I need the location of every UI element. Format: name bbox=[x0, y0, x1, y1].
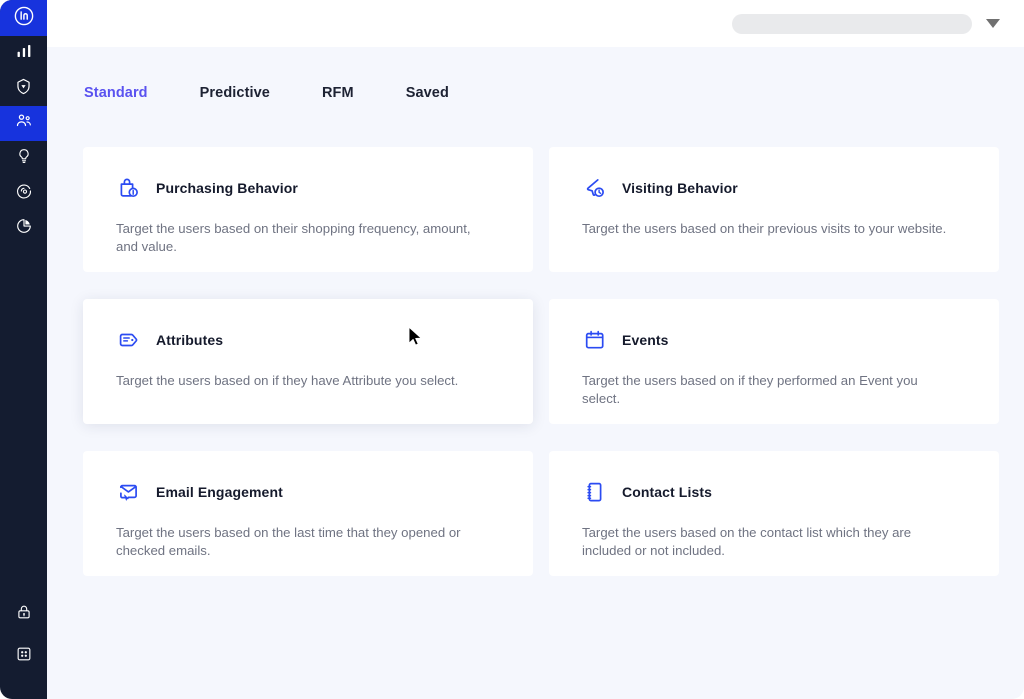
lock-icon bbox=[15, 603, 33, 626]
card-title: Events bbox=[622, 332, 669, 348]
tag-lines-icon bbox=[116, 327, 142, 353]
card-header: Events bbox=[582, 325, 969, 355]
tab-predictive[interactable]: Predictive bbox=[200, 85, 322, 101]
sidebar-item-reports[interactable] bbox=[0, 211, 47, 246]
tab-rfm[interactable]: RFM bbox=[322, 85, 406, 101]
sidebar-bottom-nav bbox=[0, 593, 47, 699]
sidebar-item-apps[interactable] bbox=[0, 635, 47, 677]
sidebar-item-insights[interactable] bbox=[0, 141, 47, 176]
topbar bbox=[47, 0, 1024, 47]
card-header: Purchasing Behavior bbox=[116, 173, 503, 203]
app-logo[interactable] bbox=[0, 0, 47, 36]
chevron-down-icon[interactable] bbox=[986, 19, 1000, 28]
bar-chart-icon bbox=[15, 42, 33, 65]
tab-standard[interactable]: Standard bbox=[84, 85, 200, 101]
sidebar-item-audience[interactable] bbox=[0, 106, 47, 141]
app-window: Standard Predictive RFM Saved bbox=[0, 0, 1024, 699]
shield-target-icon bbox=[14, 77, 33, 101]
card-title: Purchasing Behavior bbox=[156, 180, 298, 196]
card-header: Email Engagement bbox=[116, 477, 503, 507]
contact-book-icon bbox=[582, 479, 608, 505]
card-title: Visiting Behavior bbox=[622, 180, 738, 196]
sidebar bbox=[0, 0, 47, 699]
card-description: Target the users based on if they have A… bbox=[116, 372, 486, 390]
card-title: Email Engagement bbox=[156, 484, 283, 500]
users-icon bbox=[14, 111, 34, 136]
sidebar-item-analytics[interactable] bbox=[0, 36, 47, 71]
card-visiting-behavior[interactable]: Visiting Behavior Target the users based… bbox=[549, 147, 999, 272]
card-contact-lists[interactable]: Contact Lists Target the users based on … bbox=[549, 451, 999, 576]
insider-circle-logo-icon bbox=[13, 5, 35, 32]
card-description: Target the users based on if they perfor… bbox=[582, 372, 952, 408]
sidebar-nav bbox=[0, 36, 47, 246]
lightbulb-icon bbox=[15, 147, 33, 170]
card-title: Attributes bbox=[156, 332, 223, 348]
envelope-cursor-icon bbox=[116, 479, 142, 505]
sidebar-item-personalization[interactable] bbox=[0, 176, 47, 211]
eye-target-icon bbox=[15, 182, 33, 205]
card-description: Target the users based on their shopping… bbox=[116, 220, 486, 256]
card-header: Visiting Behavior bbox=[582, 173, 969, 203]
main-content: Standard Predictive RFM Saved bbox=[47, 47, 1024, 699]
card-events[interactable]: Events Target the users based on if they… bbox=[549, 299, 999, 424]
account-selector-placeholder[interactable] bbox=[732, 14, 972, 34]
cursor-clock-icon bbox=[582, 175, 608, 201]
segment-type-tabs: Standard Predictive RFM Saved bbox=[84, 85, 449, 101]
sidebar-item-campaigns[interactable] bbox=[0, 71, 47, 106]
sidebar-item-security[interactable] bbox=[0, 593, 47, 635]
apps-grid-icon bbox=[15, 645, 33, 668]
segment-cards-grid: Purchasing Behavior Target the users bas… bbox=[83, 147, 999, 576]
calendar-icon bbox=[582, 327, 608, 353]
tab-saved[interactable]: Saved bbox=[406, 85, 449, 101]
card-header: Attributes bbox=[116, 325, 503, 355]
card-description: Target the users based on the contact li… bbox=[582, 524, 952, 560]
card-description: Target the users based on their previous… bbox=[582, 220, 952, 238]
card-attributes[interactable]: Attributes Target the users based on if … bbox=[83, 299, 533, 424]
shopping-bag-coin-icon bbox=[116, 175, 142, 201]
card-header: Contact Lists bbox=[582, 477, 969, 507]
pie-chart-icon bbox=[15, 217, 33, 240]
card-description: Target the users based on the last time … bbox=[116, 524, 486, 560]
card-title: Contact Lists bbox=[622, 484, 712, 500]
card-purchasing-behavior[interactable]: Purchasing Behavior Target the users bas… bbox=[83, 147, 533, 272]
card-email-engagement[interactable]: Email Engagement Target the users based … bbox=[83, 451, 533, 576]
